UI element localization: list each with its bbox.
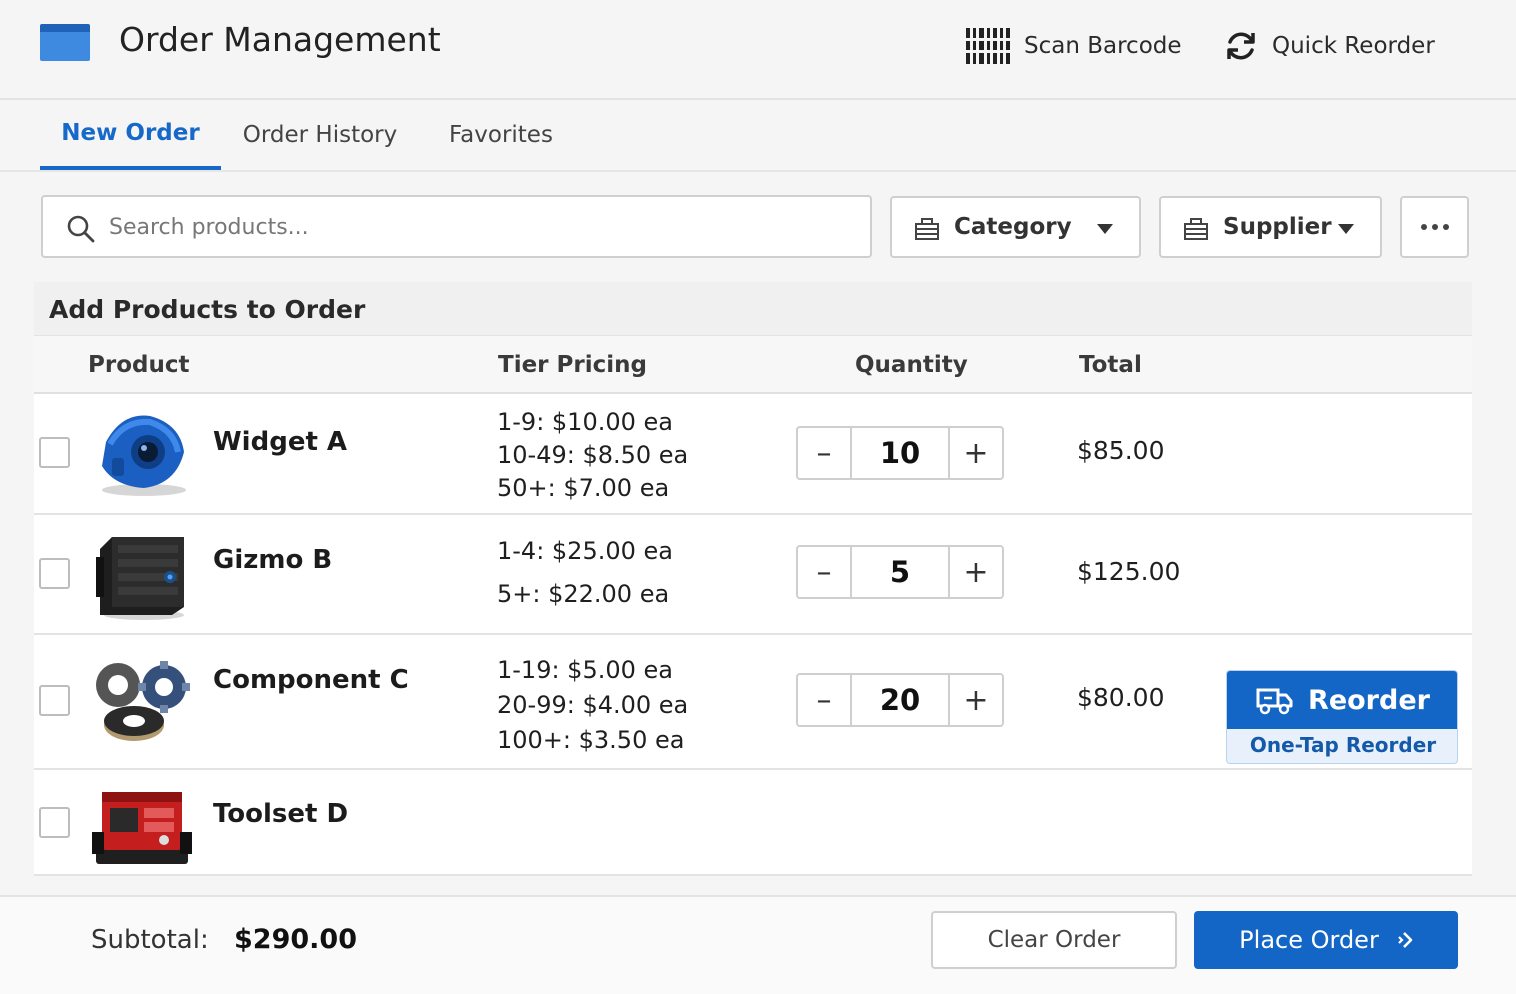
decrement-button[interactable]: – [798, 675, 852, 725]
search-input[interactable] [109, 205, 849, 249]
reorder-label: Reorder [1308, 684, 1430, 716]
increment-button[interactable]: + [948, 428, 1002, 478]
column-quantity: Quantity [855, 352, 968, 378]
tab-new-order[interactable]: New Order [40, 100, 221, 170]
quantity-stepper: – + [796, 545, 1004, 599]
panel-title: Add Products to Order [49, 295, 366, 324]
quantity-input[interactable] [854, 675, 946, 725]
table-row: Widget A 1-9: $10.00 ea 10-49: $8.50 ea … [34, 394, 1472, 515]
row-checkbox[interactable] [39, 807, 70, 838]
order-footer: Subtotal: $290.00 Clear Order Place Orde… [0, 895, 1516, 994]
more-icon [1420, 224, 1449, 230]
table-row: Gizmo B 1-4: $25.00 ea 5+: $22.00 ea – +… [34, 515, 1472, 635]
truck-icon [1256, 688, 1293, 715]
subtotal-label: Subtotal: [91, 925, 209, 955]
toolset-d-image [92, 792, 192, 864]
reorder-button[interactable]: Reorder [1227, 671, 1457, 729]
clear-order-button[interactable]: Clear Order [931, 911, 1177, 969]
product-name: Widget A [213, 427, 348, 457]
app-header: Order Management Scan Barcode Quick Reor… [0, 0, 1516, 100]
tier-line: 10-49: $8.50 ea [497, 441, 689, 469]
row-checkbox[interactable] [39, 437, 70, 468]
barcode-icon [966, 28, 1010, 64]
tab-order-history[interactable]: Order History [221, 100, 419, 170]
column-tier-pricing: Tier Pricing [498, 352, 647, 378]
tier-line: 20-99: $4.00 ea [497, 691, 689, 719]
search-icon [67, 215, 95, 243]
arrow-right-icon [1398, 932, 1413, 948]
product-name: Gizmo B [213, 545, 333, 575]
increment-button[interactable]: + [948, 547, 1002, 597]
decrement-button[interactable]: – [798, 428, 852, 478]
tab-bar: New Order Order History Favorites [0, 100, 1516, 172]
search-box [41, 195, 872, 258]
supplier-label: Supplier [1223, 214, 1332, 240]
tier-line: 5+: $22.00 ea [497, 580, 670, 608]
line-total: $80.00 [1077, 683, 1165, 712]
category-dropdown[interactable]: Category [890, 196, 1141, 258]
tab-favorites[interactable]: Favorites [422, 100, 580, 170]
quantity-stepper: – + [796, 426, 1004, 480]
more-options-button[interactable] [1400, 196, 1469, 258]
quantity-input[interactable] [854, 547, 946, 597]
refresh-icon [1227, 32, 1255, 60]
table-row: Component C 1-19: $5.00 ea 20-99: $4.00 … [34, 635, 1472, 770]
column-total: Total [1079, 352, 1142, 378]
widget-a-image [102, 415, 186, 496]
tier-line: 100+: $3.50 ea [497, 726, 685, 754]
scan-barcode-button[interactable]: Scan Barcode [966, 24, 1182, 68]
caret-down-icon [1097, 224, 1113, 234]
category-label: Category [954, 214, 1072, 240]
place-order-label: Place Order [1239, 926, 1379, 954]
component-c-image [96, 661, 190, 741]
caret-down-icon [1338, 224, 1354, 234]
tier-line: 1-9: $10.00 ea [497, 408, 673, 436]
tier-line: 1-19: $5.00 ea [497, 656, 673, 684]
subtotal-value: $290.00 [234, 924, 357, 955]
quick-reorder-button[interactable]: Quick Reorder [1224, 24, 1435, 68]
filter-icon [1184, 218, 1208, 240]
reorder-card: Reorder One-Tap Reorder [1226, 670, 1458, 764]
tier-pricing: 1-9: $10.00 ea 10-49: $8.50 ea 50+: $7.0… [497, 406, 688, 505]
tier-pricing: 1-4: $25.00 ea 5+: $22.00 ea [497, 535, 673, 611]
decrement-button[interactable]: – [798, 547, 852, 597]
line-total: $125.00 [1077, 557, 1181, 586]
table-header: Product Tier Pricing Quantity Total [34, 336, 1472, 394]
page-title: Order Management [119, 20, 441, 59]
quick-reorder-label: Quick Reorder [1272, 33, 1435, 59]
products-panel: Add Products to Order Product Tier Prici… [34, 282, 1472, 876]
row-checkbox[interactable] [39, 558, 70, 589]
table-row: Toolset D [34, 770, 1472, 876]
product-name: Toolset D [213, 799, 349, 829]
increment-button[interactable]: + [948, 675, 1002, 725]
one-tap-reorder-link[interactable]: One-Tap Reorder [1227, 733, 1457, 757]
app-logo [40, 24, 90, 61]
quantity-stepper: – + [796, 673, 1004, 727]
gizmo-b-image [96, 537, 184, 620]
place-order-button[interactable]: Place Order [1194, 911, 1458, 969]
panel-title-bar: Add Products to Order [34, 282, 1472, 336]
tier-pricing: 1-19: $5.00 ea 20-99: $4.00 ea 100+: $3.… [497, 653, 688, 758]
product-name: Component C [213, 665, 409, 695]
quantity-input[interactable] [854, 428, 946, 478]
line-total: $85.00 [1077, 436, 1165, 465]
supplier-dropdown[interactable]: Supplier [1159, 196, 1382, 258]
tier-line: 1-4: $25.00 ea [497, 537, 673, 565]
column-product: Product [88, 352, 190, 378]
tier-line: 50+: $7.00 ea [497, 474, 670, 502]
filter-icon [915, 218, 939, 240]
row-checkbox[interactable] [39, 685, 70, 716]
scan-barcode-label: Scan Barcode [1024, 33, 1182, 59]
